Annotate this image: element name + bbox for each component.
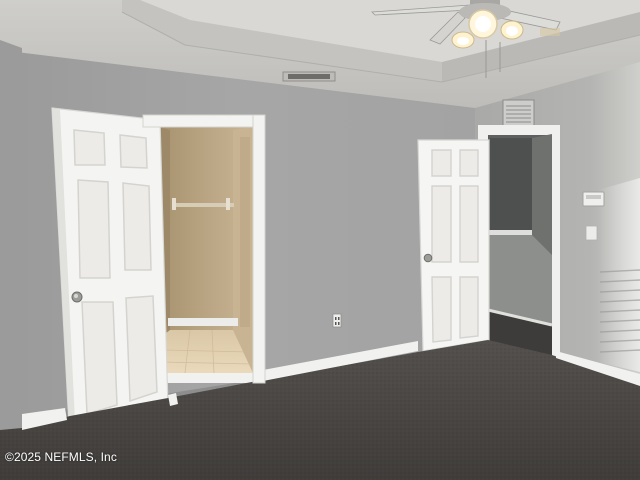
hallway-doorway (478, 125, 560, 360)
left-door[interactable] (51, 107, 169, 445)
copyright-watermark: ©2025 NEFMLS, Inc (5, 450, 117, 464)
sunlight-patch (598, 178, 640, 372)
closet-shelf-rod (172, 203, 234, 207)
ceiling-vent (282, 71, 336, 82)
wall-outlet (332, 313, 342, 328)
left-wall (0, 40, 22, 440)
door-knob[interactable] (423, 253, 433, 263)
right-door[interactable] (417, 139, 490, 352)
light-switch[interactable] (585, 225, 598, 241)
bedroom-photo (0, 0, 640, 480)
